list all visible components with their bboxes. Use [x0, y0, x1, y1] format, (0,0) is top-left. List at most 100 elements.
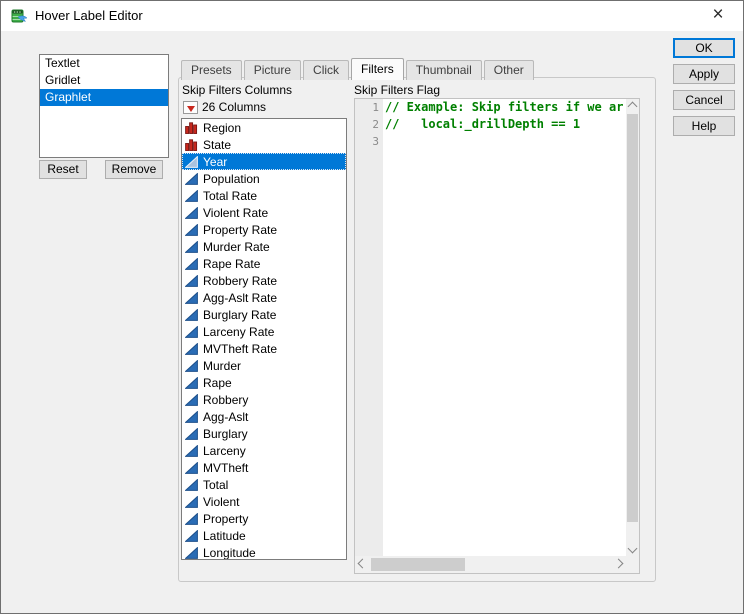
hover-label-type-list[interactable]: Textlet Gridlet Graphlet — [39, 54, 169, 158]
column-row-agg-aslt-rate[interactable]: Agg-Aslt Rate — [182, 289, 346, 306]
column-row-state[interactable]: State — [182, 136, 346, 153]
columns-list[interactable]: Region State Year Population Total Rate Viole… — [181, 118, 347, 560]
skip-filters-columns-heading: Skip Filters Columns — [182, 83, 293, 97]
column-row-year[interactable]: Year — [182, 153, 346, 170]
scroll-down-icon[interactable] — [627, 543, 638, 554]
column-row-robbery-rate[interactable]: Robbery Rate — [182, 272, 346, 289]
continuous-column-icon — [185, 342, 203, 355]
column-row-total[interactable]: Total — [182, 476, 346, 493]
skip-filters-flag-editor[interactable]: 1 // Example: Skip filters if we ar 2 // lo… — [354, 98, 640, 574]
help-button[interactable]: Help — [673, 116, 735, 136]
column-name: Burglary Rate — [203, 307, 277, 322]
vertical-scrollbar-thumb[interactable] — [627, 114, 638, 522]
hover-label-editor-dialog: Hover Label Editor × Textlet Gridlet Graph… — [0, 0, 744, 614]
continuous-column-icon — [185, 393, 203, 406]
column-row-murder-rate[interactable]: Murder Rate — [182, 238, 346, 255]
column-row-latitude[interactable]: Latitude — [182, 527, 346, 544]
tab-filters[interactable]: Filters — [351, 58, 404, 80]
list-item-gridlet[interactable]: Gridlet — [40, 72, 168, 89]
column-row-mvtheft[interactable]: MVTheft — [182, 459, 346, 476]
scroll-right-icon[interactable] — [613, 558, 624, 569]
scroll-up-icon[interactable] — [627, 101, 638, 112]
column-row-rape[interactable]: Rape — [182, 374, 346, 391]
column-row-larceny-rate[interactable]: Larceny Rate — [182, 323, 346, 340]
column-row-larceny[interactable]: Larceny — [182, 442, 346, 459]
tab-thumbnail[interactable]: Thumbnail — [405, 60, 482, 80]
continuous-column-icon — [185, 155, 203, 168]
tab-picture[interactable]: Picture — [243, 60, 302, 80]
code-line-2: 2 // local:_drillDepth == 1 — [355, 116, 626, 133]
code-line-3: 3 — [355, 133, 626, 150]
column-row-mvtheft-rate[interactable]: MVTheft Rate — [182, 340, 346, 357]
code-line-1: 1 // Example: Skip filters if we ar — [355, 99, 626, 116]
nominal-column-icon — [185, 138, 203, 151]
list-item-textlet[interactable]: Textlet — [40, 55, 168, 72]
column-name: MVTheft Rate — [203, 341, 278, 356]
cancel-button[interactable]: Cancel — [673, 90, 735, 110]
column-row-violent[interactable]: Violent — [182, 493, 346, 510]
continuous-column-icon — [185, 444, 203, 457]
column-row-property-rate[interactable]: Property Rate — [182, 221, 346, 238]
column-row-population[interactable]: Population — [182, 170, 346, 187]
column-name: Property — [203, 511, 249, 526]
continuous-column-icon — [185, 495, 203, 508]
column-name: Violent — [203, 494, 240, 509]
column-row-violent-rate[interactable]: Violent Rate — [182, 204, 346, 221]
code-text: // Example: Skip filters if we ar — [385, 100, 624, 114]
continuous-column-icon — [185, 529, 203, 542]
columns-count-label: 26 Columns — [202, 100, 267, 114]
column-name: Robbery Rate — [203, 273, 278, 288]
nominal-column-icon — [185, 121, 203, 134]
close-icon[interactable]: × — [699, 1, 737, 30]
column-row-longitude[interactable]: Longitude — [182, 544, 346, 559]
scroll-left-icon[interactable] — [357, 558, 368, 569]
continuous-column-icon — [185, 189, 203, 202]
column-name: Larceny — [203, 443, 246, 458]
column-row-rape-rate[interactable]: Rape Rate — [182, 255, 346, 272]
jmp-app-icon — [11, 8, 28, 25]
horizontal-scrollbar[interactable] — [355, 556, 626, 573]
column-name: State — [203, 137, 232, 152]
continuous-column-icon — [185, 376, 203, 389]
columns-menu-hotspot[interactable] — [183, 101, 198, 114]
column-name: Agg-Aslt Rate — [203, 290, 278, 305]
column-name: Murder — [203, 358, 242, 373]
column-row-total-rate[interactable]: Total Rate — [182, 187, 346, 204]
line-number: 1 — [372, 101, 379, 114]
line-number: 3 — [372, 135, 379, 148]
code-area[interactable]: 1 // Example: Skip filters if we ar 2 // lo… — [355, 99, 626, 556]
code-text: // local:_drillDepth == 1 — [385, 117, 581, 131]
title-bar: Hover Label Editor × — [1, 1, 743, 31]
column-row-burglary[interactable]: Burglary — [182, 425, 346, 442]
column-name: Murder Rate — [203, 239, 270, 254]
column-row-agg-aslt[interactable]: Agg-Aslt — [182, 408, 346, 425]
column-name: MVTheft — [203, 460, 249, 475]
line-number: 2 — [372, 118, 379, 131]
column-row-burglary-rate[interactable]: Burglary Rate — [182, 306, 346, 323]
tab-click[interactable]: Click — [303, 60, 350, 80]
ok-button[interactable]: OK — [673, 38, 735, 58]
tab-presets[interactable]: Presets — [181, 60, 242, 80]
horizontal-scrollbar-thumb[interactable] — [371, 558, 465, 571]
apply-button[interactable]: Apply — [673, 64, 735, 84]
column-name: Violent Rate — [203, 205, 269, 220]
column-name: Burglary — [203, 426, 248, 441]
reset-button[interactable]: Reset — [39, 160, 87, 179]
list-item-graphlet[interactable]: Graphlet — [40, 89, 168, 106]
column-name: Latitude — [203, 528, 246, 543]
continuous-column-icon — [185, 308, 203, 321]
tab-other[interactable]: Other — [483, 60, 534, 80]
column-name: Agg-Aslt — [203, 409, 249, 424]
column-name: Rape — [203, 375, 232, 390]
remove-button[interactable]: Remove — [105, 160, 163, 179]
column-name: Property Rate — [203, 222, 278, 237]
vertical-scrollbar[interactable] — [626, 99, 639, 556]
continuous-column-icon — [185, 461, 203, 474]
column-name: Population — [203, 171, 260, 186]
column-row-murder[interactable]: Murder — [182, 357, 346, 374]
continuous-column-icon — [185, 410, 203, 423]
column-row-property[interactable]: Property — [182, 510, 346, 527]
column-row-region[interactable]: Region — [182, 119, 346, 136]
column-row-robbery[interactable]: Robbery — [182, 391, 346, 408]
column-name: Total Rate — [203, 188, 258, 203]
